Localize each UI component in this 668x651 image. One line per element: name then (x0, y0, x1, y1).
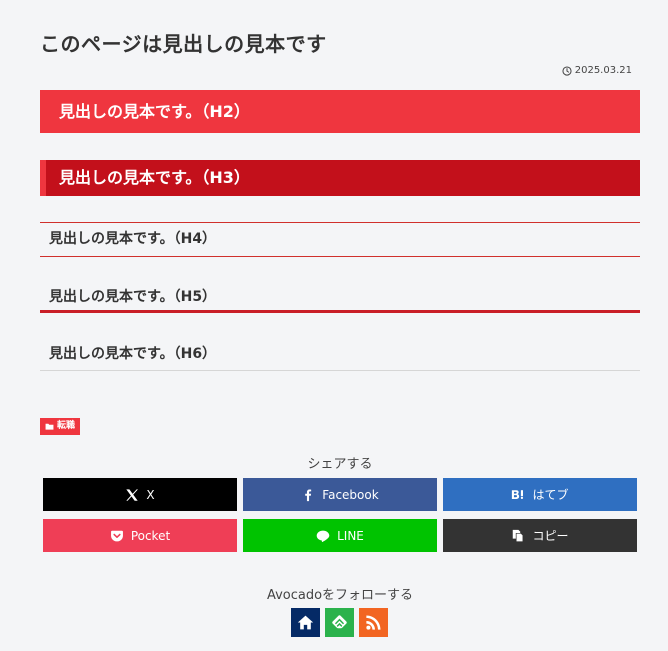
heading-h2: 見出しの見本です。（H2） (40, 90, 640, 133)
share-copy-button[interactable]: コピー (443, 519, 637, 552)
pocket-icon (110, 530, 123, 541)
follow-feedly-button[interactable] (325, 608, 354, 637)
folder-icon (45, 423, 54, 430)
share-line-button[interactable]: LINE (243, 519, 437, 552)
clock-icon (562, 65, 572, 76)
share-hatena-button[interactable]: はてブ (443, 478, 637, 511)
page-title: このページは見出しの見本です (40, 32, 327, 56)
share-buttons: X Facebook はてブ Pocket LINE コピー (43, 478, 637, 552)
follow-buttons (291, 608, 388, 637)
hatena-icon (512, 489, 524, 499)
rss-icon (366, 615, 381, 630)
line-icon (316, 530, 330, 542)
share-hatena-label: はてブ (532, 488, 569, 502)
category-tag[interactable]: 転職 (40, 418, 81, 435)
share-line-label: LINE (337, 528, 364, 543)
share-copy-label: コピー (532, 529, 569, 543)
copy-icon (513, 529, 524, 542)
follow-home-button[interactable] (291, 608, 320, 637)
x-icon (126, 488, 139, 501)
share-facebook-button[interactable]: Facebook (243, 478, 437, 511)
feedly-icon (332, 615, 347, 629)
follow-title: Avocadoをフォローする (266, 588, 414, 603)
home-icon (297, 615, 314, 630)
category-label: 転職 (57, 421, 76, 431)
heading-h4: 見出しの見本です。（H4） (40, 222, 640, 257)
share-facebook-label: Facebook (322, 487, 379, 502)
heading-h3: 見出しの見本です。（H3） (40, 160, 640, 196)
heading-h5: 見出しの見本です。（H5） (40, 284, 640, 313)
heading-h6: 見出しの見本です。（H6） (40, 340, 640, 371)
share-x-label: X (146, 487, 155, 502)
share-pocket-button[interactable]: Pocket (43, 519, 237, 552)
facebook-icon (305, 488, 312, 501)
follow-rss-button[interactable] (359, 608, 388, 637)
post-date-text: 2025.03.21 (574, 65, 632, 76)
post-date: 2025.03.21 (562, 65, 632, 76)
share-x-button[interactable]: X (43, 478, 237, 511)
share-pocket-label: Pocket (130, 528, 171, 543)
share-title: シェアする (307, 457, 373, 472)
